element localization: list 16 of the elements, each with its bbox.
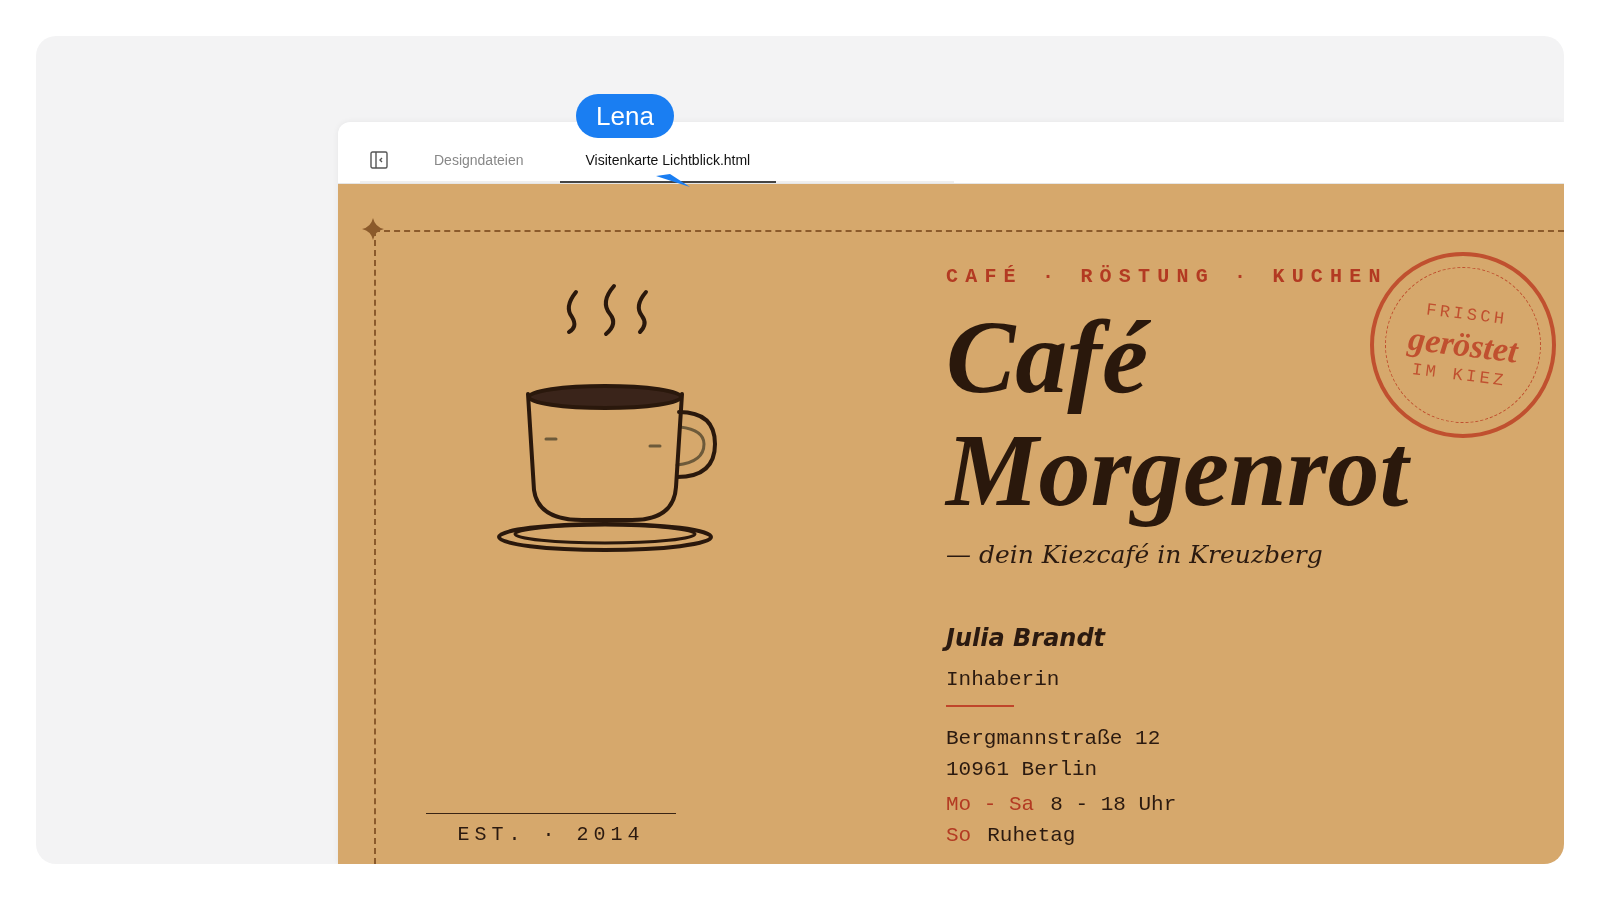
tagline: CAFÉ · RÖSTUNG · KUCHEN [946, 264, 1389, 290]
pointer-icon [656, 173, 690, 188]
file-tab[interactable]: Designdateien [408, 139, 550, 183]
opening-days: Mo - Sa [946, 788, 1035, 820]
opening-days: So [946, 819, 972, 851]
slogan: — dein Kiezcafé in Kreuzberg [946, 539, 1324, 571]
address-line: Bergmannstraße 12 [946, 725, 1162, 752]
job-title: Inhaberin [946, 666, 1061, 693]
address-line: 10961 Berlin [946, 756, 1099, 783]
established-year: EST. · 2014 [426, 813, 676, 850]
cafe-name: Café [946, 298, 1152, 416]
stamp-text: FRISCH [1424, 299, 1509, 331]
opening-time: 8 - 18 Uhr [1050, 791, 1177, 818]
collaborator-cursor-label: Lena [576, 94, 674, 138]
opening-time: Ruhetag [987, 822, 1076, 849]
sidebar-toggle-icon[interactable] [370, 151, 388, 169]
